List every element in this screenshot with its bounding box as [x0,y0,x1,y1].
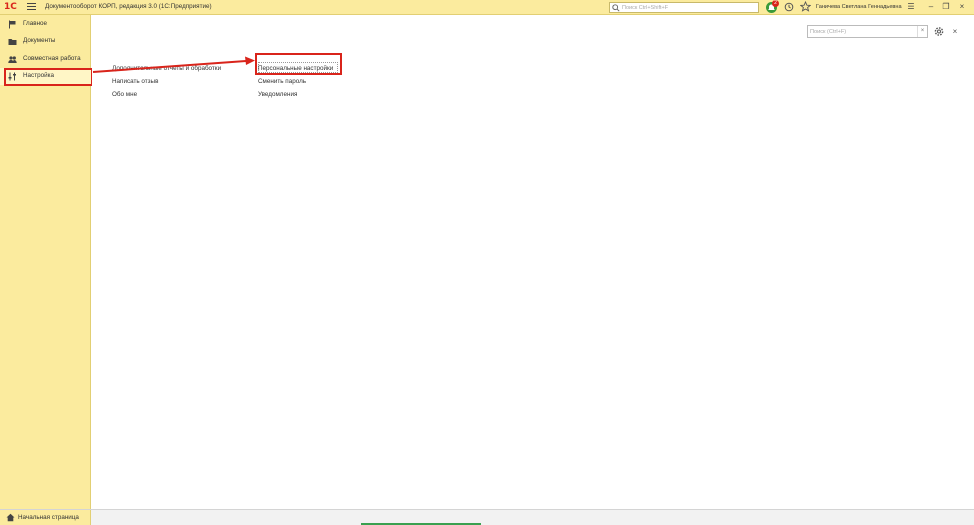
change-password-link[interactable]: Сменить пароль [258,75,333,88]
start-page-tab[interactable]: Начальная страница [0,510,91,525]
sections-panel: Главное Документы Совместная работа Наст… [0,15,91,509]
window-menu-button[interactable]: ☰ [905,1,917,13]
start-page-label: Начальная страница [18,514,79,521]
folder-icon [8,39,17,45]
clear-search-button[interactable]: × [917,26,927,37]
notifications-link[interactable]: Уведомления [258,88,333,101]
favorites-star-icon[interactable] [800,1,811,12]
main-menu-icon[interactable] [27,3,37,12]
content-search-placeholder: Поиск (Ctrl+F) [810,28,847,35]
close-form-button[interactable]: × [950,25,960,38]
sidebar-item-collaboration[interactable]: Совместная работа [0,51,91,68]
history-icon[interactable] [784,2,794,12]
title-bar: 1С Документооборот КОРП, редакция 3.0 (1… [0,0,974,15]
search-icon [612,4,620,12]
global-search-input[interactable]: Поиск Ctrl+Shift+F [609,2,759,13]
sidebar-item-main[interactable]: Главное [0,16,91,33]
users-icon [8,56,17,63]
content-search-input[interactable]: Поиск (Ctrl+F) × [807,25,928,38]
restore-button[interactable]: ❐ [940,1,952,13]
app-window: 1С Документооборот КОРП, редакция 3.0 (1… [0,0,974,525]
app-title: Документооборот КОРП, редакция 3.0 (1С:П… [45,3,212,10]
sidebar-item-label: Документы [23,37,56,44]
minimize-button[interactable]: – [925,1,937,13]
notification-count-badge: 2 [772,0,779,7]
additional-reports-link[interactable]: Дополнительные отчеты и обработки [112,62,221,75]
about-me-link[interactable]: Обо мне [112,88,221,101]
home-icon [6,513,15,522]
status-bar: Начальная страница [0,509,974,525]
sidebar-item-documents[interactable]: Документы [0,33,91,50]
sidebar-settings-highlight [4,68,93,86]
current-user-name[interactable]: Ганичева Светлана Геннадьевна [816,4,902,10]
global-search-placeholder: Поиск Ctrl+Shift+F [622,4,669,11]
personal-settings-highlight [255,53,342,75]
sidebar-item-label: Совместная работа [23,55,81,62]
write-feedback-link[interactable]: Написать отзыв [112,75,221,88]
1c-logo: 1С [4,2,17,12]
gear-icon[interactable] [933,25,945,38]
content-area: Поиск (Ctrl+F) × × Дополнительные отчеты… [92,15,974,509]
close-window-button[interactable]: × [956,1,968,13]
flag-icon [9,20,16,29]
commands-column-1: Дополнительные отчеты и обработки Написа… [112,62,221,101]
sidebar-item-label: Главное [23,20,48,27]
